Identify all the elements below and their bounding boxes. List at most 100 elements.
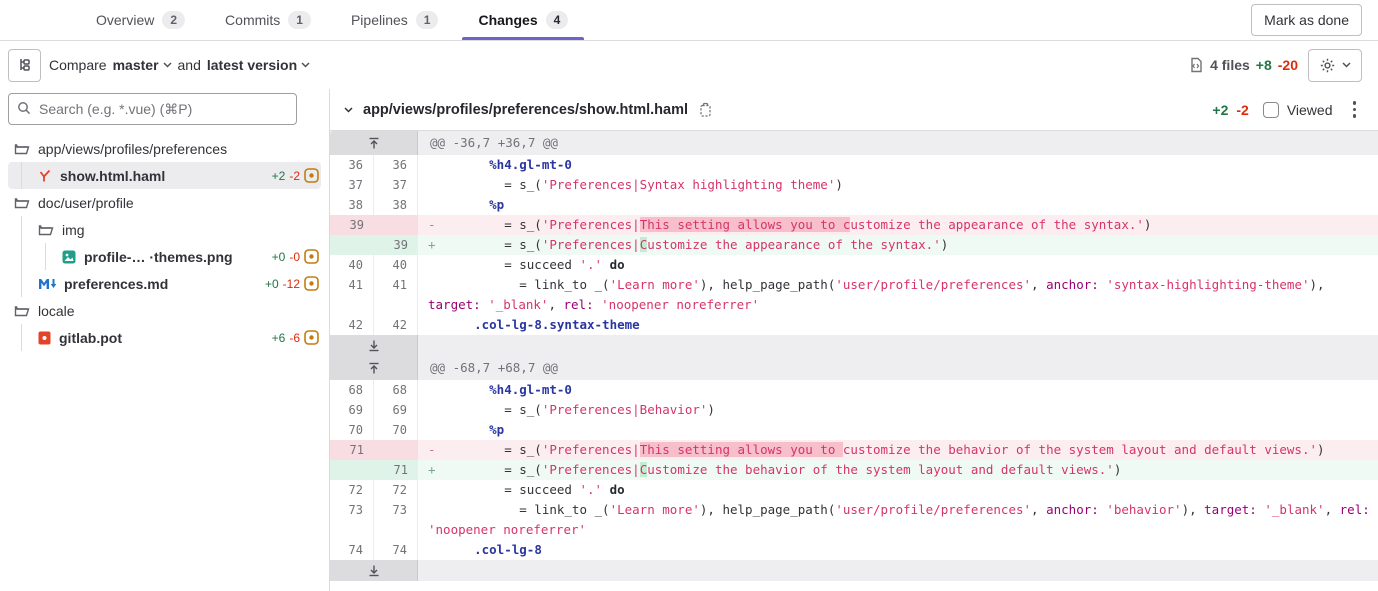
new-line-number[interactable]: 68 (374, 380, 418, 400)
new-line-number[interactable]: 70 (374, 420, 418, 440)
code-cell: .col-lg-8 (418, 540, 1378, 560)
compare-bar: Compare master and latest version 4 file… (0, 41, 1378, 89)
expand-down-button[interactable] (330, 560, 418, 581)
code-cell: %h4.gl-mt-0 (418, 380, 1378, 400)
expand-up-button[interactable] (330, 131, 418, 155)
tree-file-row[interactable]: profile-… ·themes.png+0-0 (8, 243, 321, 270)
old-line-number[interactable]: 42 (330, 315, 374, 335)
new-line-number[interactable]: 69 (374, 400, 418, 420)
new-line-number[interactable]: 74 (374, 540, 418, 560)
file-search-input[interactable] (8, 93, 297, 125)
old-line-number[interactable]: 73 (330, 500, 374, 540)
code-cell: %h4.gl-mt-0 (418, 155, 1378, 175)
total-additions: +8 (1256, 57, 1272, 73)
old-line-number[interactable]: 74 (330, 540, 374, 560)
diff-row: 7373 = link_to _('Learn more'), help_pag… (330, 500, 1378, 540)
copy-path-icon[interactable] (698, 102, 713, 118)
old-line-number[interactable]: 69 (330, 400, 374, 420)
collapse-file-chevron-icon[interactable] (344, 107, 353, 113)
old-line-number[interactable]: 68 (330, 380, 374, 400)
new-line-number[interactable]: 38 (374, 195, 418, 215)
new-line-number[interactable]: 39 (374, 235, 418, 255)
diff-file-header: app/views/profiles/preferences/show.html… (330, 89, 1378, 131)
tree-file-row[interactable]: show.html.haml+2-2 (8, 162, 321, 189)
markdown-icon (38, 278, 56, 290)
diff-row: 7070 %p (330, 420, 1378, 440)
old-line-number[interactable]: 37 (330, 175, 374, 195)
new-line-number[interactable]: 40 (374, 255, 418, 275)
tree-item-label: profile-… ·themes.png (84, 249, 233, 265)
diff-row: 3636 %h4.gl-mt-0 (330, 155, 1378, 175)
diff-file-path[interactable]: app/views/profiles/preferences/show.html… (363, 102, 688, 118)
code-cell: = succeed '.' do (418, 255, 1378, 275)
code-cell: %p (418, 195, 1378, 215)
expand-down-row (330, 560, 1378, 581)
file-additions: +6 (272, 331, 286, 345)
old-line-number[interactable]: 39 (330, 215, 374, 235)
tree-file-row[interactable]: gitlab.pot+6-6 (8, 324, 321, 351)
tree-folder-row[interactable]: locale (8, 297, 321, 324)
mr-tab-bar: Overview2Commits1Pipelines1Changes4 Mark… (0, 0, 1378, 41)
target-version-dropdown[interactable]: latest version (207, 57, 310, 73)
source-branch-dropdown[interactable]: master (113, 57, 172, 73)
code-cell: - = s_('Preferences|This setting allows … (418, 215, 1378, 235)
expand-down-button[interactable] (330, 335, 418, 356)
pot-icon (38, 331, 51, 345)
and-label: and (178, 57, 201, 73)
tree-folder-row[interactable]: doc/user/profile (8, 189, 321, 216)
tab-changes[interactable]: Changes4 (462, 0, 584, 40)
new-line-number[interactable]: 42 (374, 315, 418, 335)
file-tree: app/views/profiles/preferencesshow.html.… (8, 135, 321, 351)
new-line-number[interactable]: 73 (374, 500, 418, 540)
hunk-header-row: @@ -68,7 +68,7 @@ (330, 356, 1378, 380)
new-line-number[interactable]: 72 (374, 480, 418, 500)
tree-item-label: preferences.md (64, 276, 168, 292)
file-additions: +0 (272, 250, 286, 264)
tab-overview[interactable]: Overview2 (80, 0, 201, 40)
new-line-number[interactable] (374, 215, 418, 235)
code-cell: = s_('Preferences|Syntax highlighting th… (418, 175, 1378, 195)
diff-row: 71- = s_('Preferences|This setting allow… (330, 440, 1378, 460)
new-line-number[interactable]: 41 (374, 275, 418, 315)
tree-folder-row[interactable]: img (8, 216, 321, 243)
old-line-number[interactable] (330, 235, 374, 255)
folder-icon (14, 142, 30, 156)
old-line-number[interactable]: 72 (330, 480, 374, 500)
diff-settings-button[interactable] (1308, 49, 1362, 82)
tab-count-badge: 4 (546, 11, 569, 29)
old-line-number[interactable]: 71 (330, 440, 374, 460)
expand-up-button[interactable] (330, 356, 418, 380)
code-cell: = link_to _('Learn more'), help_page_pat… (418, 500, 1378, 540)
old-line-number[interactable]: 36 (330, 155, 374, 175)
old-line-number[interactable]: 70 (330, 420, 374, 440)
tree-file-row[interactable]: preferences.md+0-12 (8, 270, 321, 297)
tree-file-stats: +6-6 (272, 330, 321, 345)
mark-as-done-button[interactable]: Mark as done (1251, 4, 1362, 36)
new-line-number[interactable]: 36 (374, 155, 418, 175)
viewed-checkbox[interactable] (1263, 102, 1279, 118)
haml-icon (38, 169, 52, 183)
files-count: 4 files (1210, 57, 1250, 73)
file-tree-toggle-button[interactable] (8, 49, 41, 82)
file-options-kebab-button[interactable] (1347, 95, 1363, 124)
gear-icon (1319, 57, 1336, 74)
line-marker: + (428, 460, 444, 480)
tab-pipelines[interactable]: Pipelines1 (335, 0, 455, 40)
old-line-number[interactable]: 38 (330, 195, 374, 215)
hunk-header-text: @@ -68,7 +68,7 @@ (418, 356, 1378, 380)
tree-folder-row[interactable]: app/views/profiles/preferences (8, 135, 321, 162)
new-line-number[interactable]: 71 (374, 460, 418, 480)
new-line-number[interactable] (374, 440, 418, 460)
expand-down-row (330, 335, 1378, 356)
old-line-number[interactable]: 41 (330, 275, 374, 315)
file-tree-toggle-icon (17, 57, 33, 73)
tab-commits[interactable]: Commits1 (209, 0, 327, 40)
old-line-number[interactable]: 40 (330, 255, 374, 275)
new-line-number[interactable]: 37 (374, 175, 418, 195)
tabs: Overview2Commits1Pipelines1Changes4 (80, 0, 584, 40)
tab-count-badge: 1 (288, 11, 311, 29)
old-line-number[interactable] (330, 460, 374, 480)
folder-icon (14, 196, 30, 210)
diff-row: 3838 %p (330, 195, 1378, 215)
diff-row: 4242 .col-lg-8.syntax-theme (330, 315, 1378, 335)
